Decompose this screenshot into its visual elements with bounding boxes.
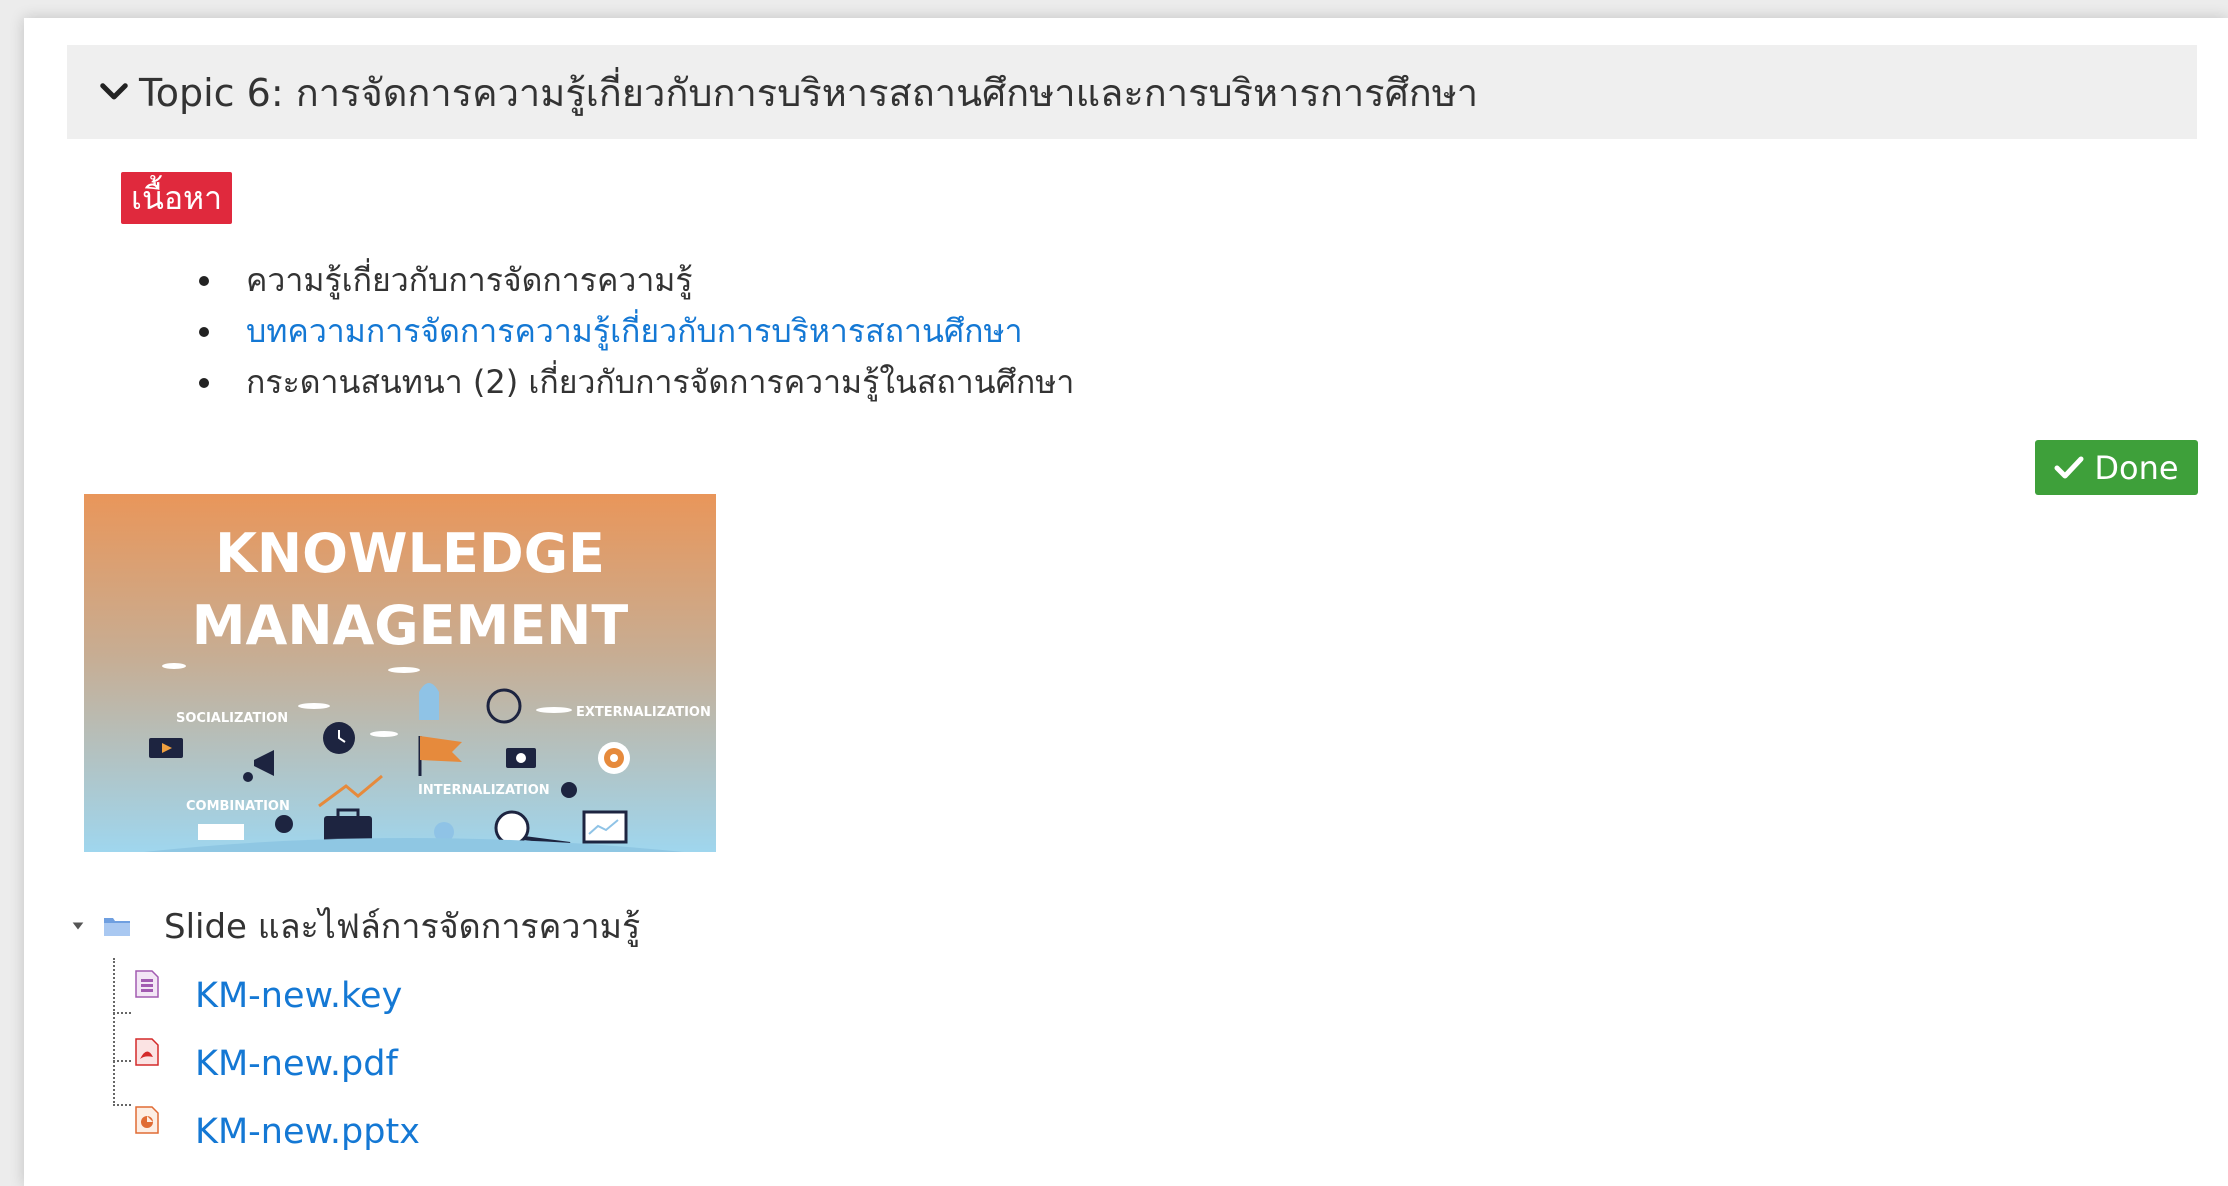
folder-icon <box>102 913 132 939</box>
tree-connector <box>113 1104 131 1106</box>
file-link[interactable]: KM-new.pptx <box>195 1112 420 1152</box>
content-item-link[interactable]: บทความการจัดการความรู้เกี่ยวกับการบริหาร… <box>246 306 1023 357</box>
file-row[interactable]: KM-new.pdf <box>133 1034 398 1094</box>
banner-title-line1: KNOWLEDGE <box>215 522 605 585</box>
triangle-down-icon[interactable] <box>70 917 88 935</box>
tree-connector <box>113 1012 131 1014</box>
file-link[interactable]: KM-new.pdf <box>195 1044 398 1084</box>
banner-label-combination: COMBINATION <box>186 799 290 814</box>
file-row[interactable]: KM-new.key <box>133 966 402 1026</box>
content-item-label: ความรู้เกี่ยวกับการจัดการความรู้ <box>246 261 693 299</box>
check-icon <box>2054 456 2084 478</box>
file-row[interactable]: KM-new.pptx <box>133 1102 420 1162</box>
banner-title-line2: MANAGEMENT <box>192 594 629 657</box>
content-badge: เนื้อหา <box>121 172 233 224</box>
done-label: Done <box>2094 448 2179 487</box>
tree-connector <box>113 958 115 1106</box>
pdf-file-icon <box>133 1037 161 1067</box>
file-link[interactable]: KM-new.key <box>195 976 402 1016</box>
topic-title: Topic 6: การจัดการความรู้เกี่ยวกับการบริ… <box>139 70 1479 115</box>
topic-header[interactable]: Topic 6: การจัดการความรู้เกี่ยวกับการบริ… <box>67 45 2197 139</box>
chevron-down-icon[interactable] <box>99 75 133 109</box>
list-item[interactable]: บทความการจัดการความรู้เกี่ยวกับการบริหาร… <box>198 306 1074 357</box>
keynote-file-icon <box>133 969 161 999</box>
content-item-label: กระดานสนทนา (2) เกี่ยวกับการจัดการความรู… <box>246 363 1075 401</box>
folder-row[interactable]: Slide และไฟล์การจัดการความรู้ <box>70 898 640 954</box>
powerpoint-file-icon <box>133 1105 161 1135</box>
content-list: ความรู้เกี่ยวกับการจัดการความรู้ บทความก… <box>198 255 1075 408</box>
banner-label-internalization: INTERNALIZATION <box>418 783 550 798</box>
list-item: กระดานสนทนา (2) เกี่ยวกับการจัดการความรู… <box>198 357 1075 408</box>
banner-label-socialization: SOCIALIZATION <box>176 711 288 726</box>
knowledge-management-banner: KNOWLEDGE MANAGEMENT SOCIALIZATION EXTER… <box>84 494 716 852</box>
tree-connector <box>113 1060 131 1062</box>
list-item: ความรู้เกี่ยวกับการจัดการความรู้ <box>198 255 1074 306</box>
banner-label-externalization: EXTERNALIZATION <box>576 705 711 720</box>
done-button[interactable]: Done <box>2035 440 2198 495</box>
folder-name: Slide และไฟล์การจัดการความรู้ <box>164 907 641 947</box>
